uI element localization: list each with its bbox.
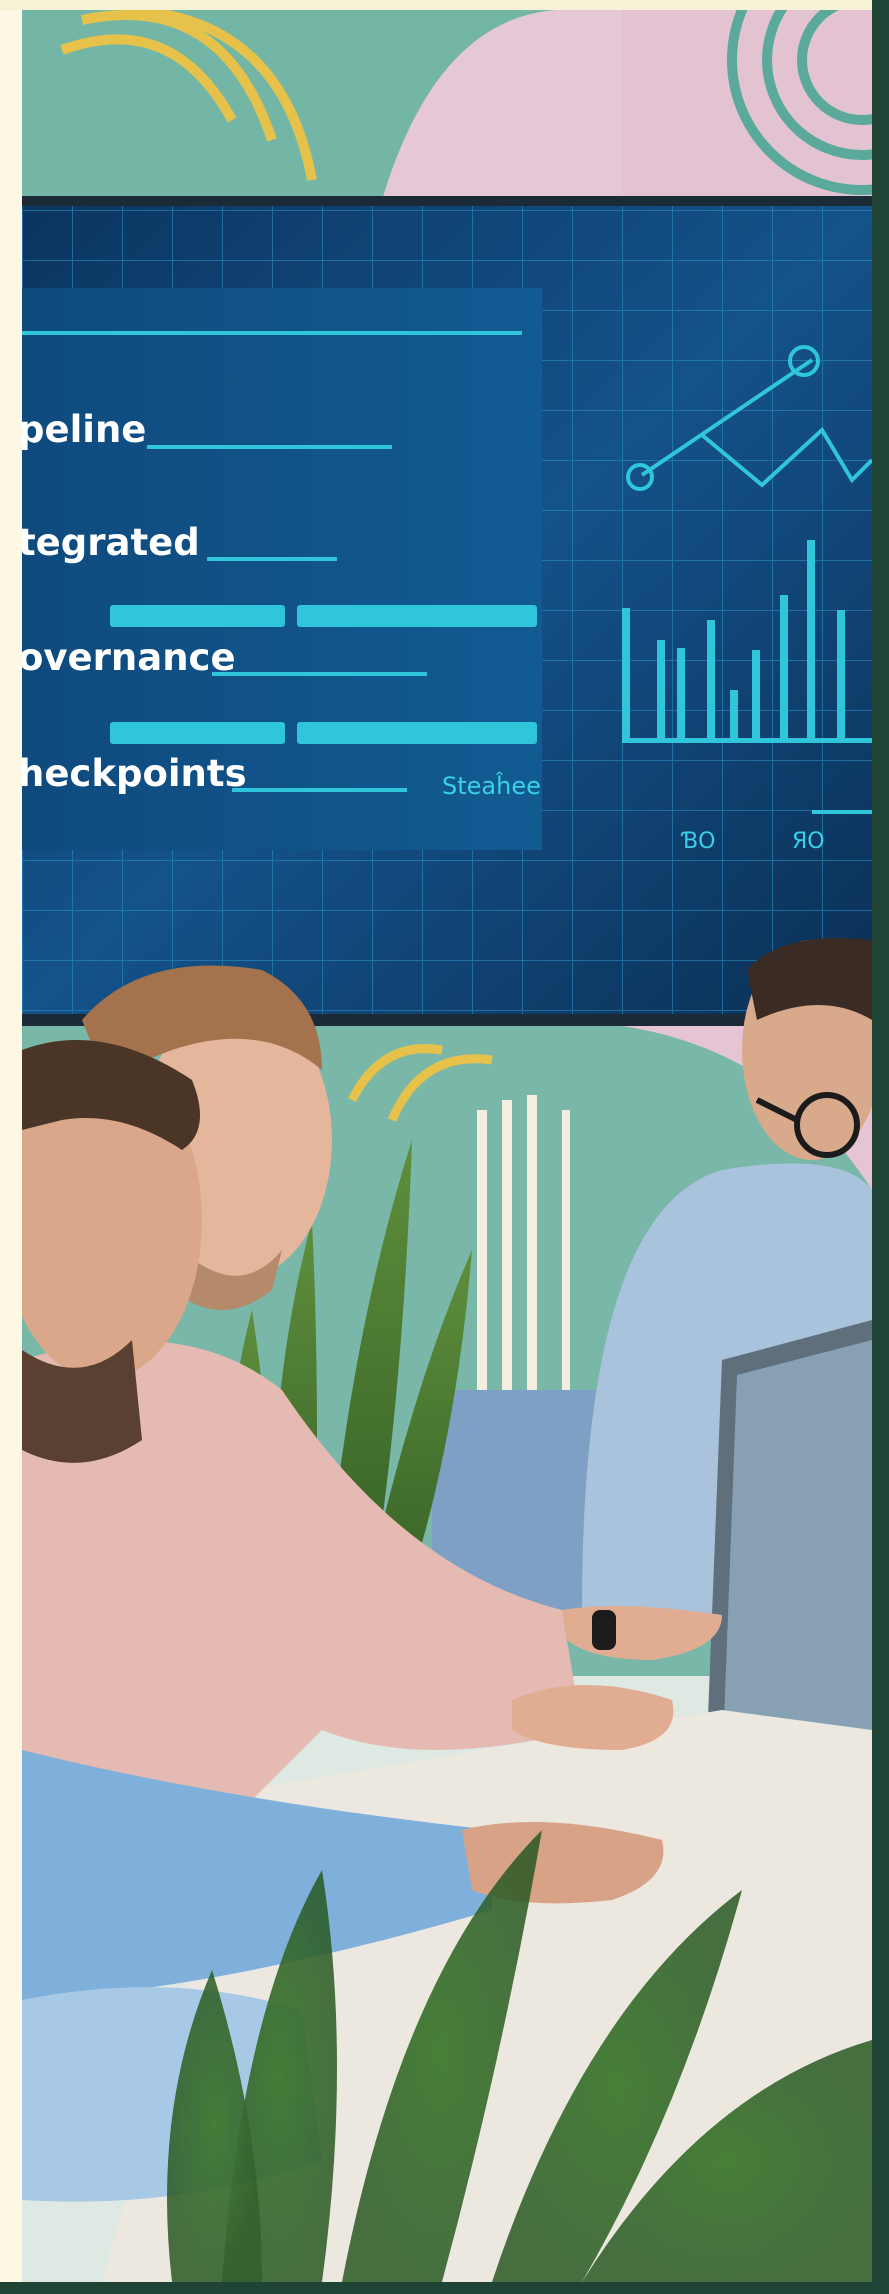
screen-caption: Steaĥee: [442, 771, 541, 800]
right-frame-border: [872, 0, 889, 2294]
screen-bar: [110, 605, 285, 627]
top-strip: [0, 0, 889, 10]
screen-bar: [110, 722, 285, 744]
bottom-frame-border: [0, 2282, 889, 2294]
wall-pink-right: [622, 10, 872, 200]
screen-bar: [297, 722, 537, 744]
hand: [512, 1685, 674, 1750]
image-frame: peline tegrated overnance heckpoints Ste…: [0, 0, 889, 2294]
screen-label-integrated: tegrated: [22, 521, 200, 564]
screen-axis-label: ƁO: [680, 829, 715, 854]
screen-label-pipeline: peline: [22, 408, 146, 451]
office-photo: peline tegrated overnance heckpoints Ste…: [22, 10, 872, 2282]
screen-label-governance: overnance: [22, 636, 236, 679]
watch-icon: [592, 1610, 616, 1650]
screen-bar: [297, 605, 537, 627]
screen-axis-label: ЯO: [792, 829, 825, 854]
screen-label-checkpoints: heckpoints: [22, 752, 247, 795]
